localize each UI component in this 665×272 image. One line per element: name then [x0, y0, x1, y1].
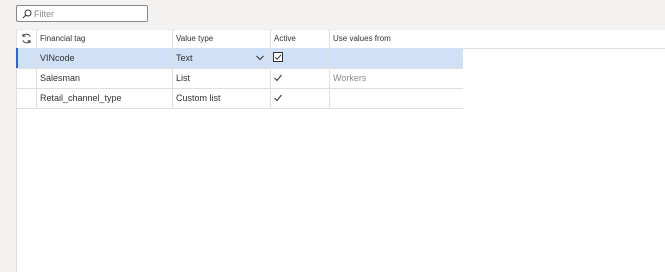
- column-header-financial-tag[interactable]: Financial tag: [36, 29, 172, 48]
- table-row[interactable]: Salesman List Workers: [17, 68, 463, 89]
- table-row[interactable]: Retail_channel_type Custom list: [17, 88, 463, 109]
- use-values-from-cell[interactable]: [329, 48, 463, 68]
- checkmark-icon: [274, 54, 282, 60]
- financial-tag-cell[interactable]: Retail_channel_type: [36, 88, 172, 108]
- column-header-value-type[interactable]: Value type: [172, 29, 270, 48]
- column-header-use-values-from[interactable]: Use values from: [329, 29, 463, 48]
- checkmark-icon: [274, 74, 282, 82]
- active-checkbox[interactable]: [273, 52, 283, 62]
- value-type-value: Text: [176, 53, 193, 63]
- row-selector[interactable]: [17, 88, 36, 108]
- financial-tag-cell[interactable]: Salesman: [36, 68, 172, 88]
- value-type-cell[interactable]: List: [172, 68, 270, 88]
- use-values-from-cell[interactable]: Workers: [329, 68, 463, 88]
- refresh-header-cell[interactable]: [17, 29, 36, 48]
- value-type-dropdown[interactable]: Text: [172, 48, 270, 68]
- row-selector[interactable]: [17, 48, 36, 68]
- value-type-cell[interactable]: Custom list: [172, 88, 270, 108]
- search-icon: [22, 9, 32, 19]
- active-cell[interactable]: [270, 68, 329, 88]
- chevron-down-icon[interactable]: [256, 55, 264, 61]
- column-header-active[interactable]: Active: [270, 29, 329, 48]
- financial-tag-cell[interactable]: VINcode: [36, 48, 172, 68]
- filter-input[interactable]: [34, 7, 144, 20]
- filter-field[interactable]: [16, 5, 148, 22]
- use-values-from-cell[interactable]: [329, 88, 463, 108]
- filter-bar: [0, 0, 665, 29]
- row-selector[interactable]: [17, 68, 36, 88]
- financial-tags-grid: Financial tag Value type Active Use valu…: [16, 29, 665, 272]
- active-cell[interactable]: [270, 88, 329, 108]
- table-row[interactable]: VINcode Text: [16, 48, 463, 69]
- refresh-icon[interactable]: [21, 33, 32, 44]
- checkmark-icon: [274, 94, 282, 102]
- active-cell[interactable]: [270, 48, 329, 68]
- grid-header: Financial tag Value type Active Use valu…: [17, 29, 665, 49]
